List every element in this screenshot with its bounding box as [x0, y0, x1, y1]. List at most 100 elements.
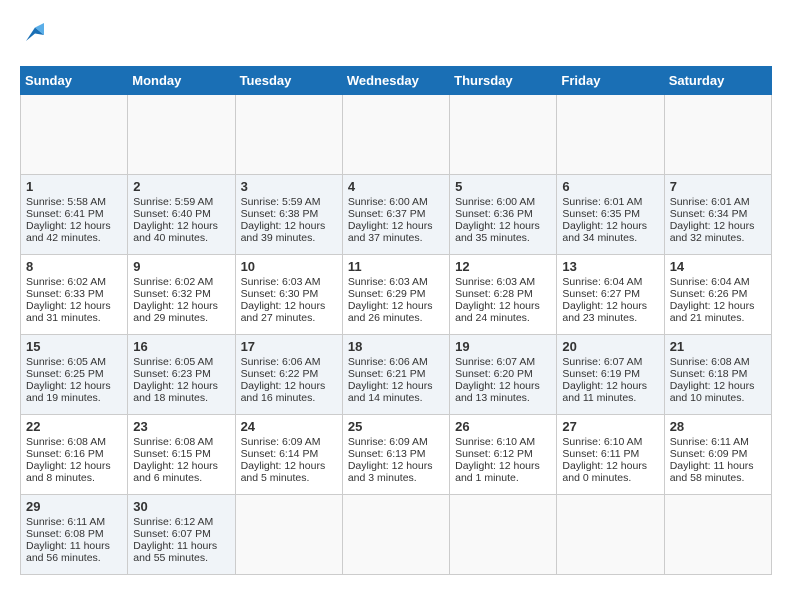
calendar-cell	[664, 495, 771, 575]
day-info-line: and 18 minutes.	[133, 392, 229, 404]
day-info-line: Daylight: 12 hours	[241, 220, 337, 232]
day-info-line: Sunset: 6:22 PM	[241, 368, 337, 380]
day-number: 5	[455, 179, 551, 194]
calendar-cell: 7Sunrise: 6:01 AMSunset: 6:34 PMDaylight…	[664, 175, 771, 255]
calendar-week-row: 29Sunrise: 6:11 AMSunset: 6:08 PMDayligh…	[21, 495, 772, 575]
day-number: 29	[26, 499, 122, 514]
day-number: 9	[133, 259, 229, 274]
day-info-line: Sunset: 6:13 PM	[348, 448, 444, 460]
day-number: 17	[241, 339, 337, 354]
day-info-line: Daylight: 12 hours	[241, 300, 337, 312]
col-header-saturday: Saturday	[664, 67, 771, 95]
day-number: 6	[562, 179, 658, 194]
day-info-line: Sunset: 6:21 PM	[348, 368, 444, 380]
day-info-line: Sunrise: 6:02 AM	[133, 276, 229, 288]
day-info-line: Sunset: 6:37 PM	[348, 208, 444, 220]
calendar-cell: 18Sunrise: 6:06 AMSunset: 6:21 PMDayligh…	[342, 335, 449, 415]
calendar-cell: 23Sunrise: 6:08 AMSunset: 6:15 PMDayligh…	[128, 415, 235, 495]
day-number: 28	[670, 419, 766, 434]
day-number: 22	[26, 419, 122, 434]
day-info-line: and 21 minutes.	[670, 312, 766, 324]
day-info-line: and 5 minutes.	[241, 472, 337, 484]
day-info-line: and 13 minutes.	[455, 392, 551, 404]
day-number: 3	[241, 179, 337, 194]
day-number: 1	[26, 179, 122, 194]
day-info-line: and 37 minutes.	[348, 232, 444, 244]
day-info-line: and 42 minutes.	[26, 232, 122, 244]
day-info-line: Sunset: 6:25 PM	[26, 368, 122, 380]
calendar-cell: 5Sunrise: 6:00 AMSunset: 6:36 PMDaylight…	[450, 175, 557, 255]
day-info-line: Sunset: 6:30 PM	[241, 288, 337, 300]
day-info-line: Sunset: 6:08 PM	[26, 528, 122, 540]
day-info-line: Sunset: 6:23 PM	[133, 368, 229, 380]
day-info-line: Sunrise: 6:08 AM	[26, 436, 122, 448]
calendar-week-row	[21, 95, 772, 175]
day-number: 20	[562, 339, 658, 354]
calendar-cell: 8Sunrise: 6:02 AMSunset: 6:33 PMDaylight…	[21, 255, 128, 335]
day-info-line: Daylight: 12 hours	[241, 380, 337, 392]
day-info-line: and 34 minutes.	[562, 232, 658, 244]
calendar-cell: 13Sunrise: 6:04 AMSunset: 6:27 PMDayligh…	[557, 255, 664, 335]
day-number: 8	[26, 259, 122, 274]
day-info-line: and 23 minutes.	[562, 312, 658, 324]
day-number: 2	[133, 179, 229, 194]
day-number: 21	[670, 339, 766, 354]
day-info-line: Sunrise: 6:04 AM	[562, 276, 658, 288]
calendar-cell: 30Sunrise: 6:12 AMSunset: 6:07 PMDayligh…	[128, 495, 235, 575]
calendar-cell: 27Sunrise: 6:10 AMSunset: 6:11 PMDayligh…	[557, 415, 664, 495]
day-info-line: Daylight: 11 hours	[26, 540, 122, 552]
day-info-line: Sunset: 6:29 PM	[348, 288, 444, 300]
day-info-line: Sunrise: 5:59 AM	[133, 196, 229, 208]
day-number: 18	[348, 339, 444, 354]
calendar-cell: 21Sunrise: 6:08 AMSunset: 6:18 PMDayligh…	[664, 335, 771, 415]
day-number: 27	[562, 419, 658, 434]
day-info-line: Sunrise: 6:03 AM	[241, 276, 337, 288]
day-info-line: Daylight: 12 hours	[133, 380, 229, 392]
day-info-line: Daylight: 12 hours	[562, 460, 658, 472]
calendar-cell	[342, 95, 449, 175]
day-info-line: and 31 minutes.	[26, 312, 122, 324]
calendar-cell: 29Sunrise: 6:11 AMSunset: 6:08 PMDayligh…	[21, 495, 128, 575]
day-number: 4	[348, 179, 444, 194]
day-info-line: Daylight: 12 hours	[348, 460, 444, 472]
calendar-cell: 16Sunrise: 6:05 AMSunset: 6:23 PMDayligh…	[128, 335, 235, 415]
calendar-week-row: 8Sunrise: 6:02 AMSunset: 6:33 PMDaylight…	[21, 255, 772, 335]
day-info-line: Daylight: 12 hours	[670, 220, 766, 232]
calendar-cell: 20Sunrise: 6:07 AMSunset: 6:19 PMDayligh…	[557, 335, 664, 415]
day-info-line: Sunset: 6:14 PM	[241, 448, 337, 460]
calendar-week-row: 22Sunrise: 6:08 AMSunset: 6:16 PMDayligh…	[21, 415, 772, 495]
calendar-cell	[235, 95, 342, 175]
col-header-tuesday: Tuesday	[235, 67, 342, 95]
day-info-line: Sunrise: 5:58 AM	[26, 196, 122, 208]
day-info-line: Daylight: 11 hours	[670, 460, 766, 472]
day-info-line: and 35 minutes.	[455, 232, 551, 244]
day-info-line: Sunrise: 6:03 AM	[455, 276, 551, 288]
day-info-line: Daylight: 12 hours	[133, 300, 229, 312]
day-info-line: and 10 minutes.	[670, 392, 766, 404]
col-header-sunday: Sunday	[21, 67, 128, 95]
calendar-cell: 15Sunrise: 6:05 AMSunset: 6:25 PMDayligh…	[21, 335, 128, 415]
day-info-line: Sunset: 6:36 PM	[455, 208, 551, 220]
day-info-line: Sunset: 6:16 PM	[26, 448, 122, 460]
day-info-line: Daylight: 12 hours	[455, 380, 551, 392]
calendar-cell: 6Sunrise: 6:01 AMSunset: 6:35 PMDaylight…	[557, 175, 664, 255]
day-info-line: Sunrise: 6:12 AM	[133, 516, 229, 528]
day-info-line: Sunrise: 6:00 AM	[455, 196, 551, 208]
calendar-cell: 12Sunrise: 6:03 AMSunset: 6:28 PMDayligh…	[450, 255, 557, 335]
day-number: 30	[133, 499, 229, 514]
calendar-table: SundayMondayTuesdayWednesdayThursdayFrid…	[20, 66, 772, 575]
day-info-line: Daylight: 12 hours	[670, 300, 766, 312]
day-info-line: Sunset: 6:19 PM	[562, 368, 658, 380]
day-info-line: Daylight: 11 hours	[133, 540, 229, 552]
day-number: 25	[348, 419, 444, 434]
calendar-cell: 14Sunrise: 6:04 AMSunset: 6:26 PMDayligh…	[664, 255, 771, 335]
day-info-line: Daylight: 12 hours	[133, 460, 229, 472]
day-info-line: Sunrise: 6:00 AM	[348, 196, 444, 208]
day-info-line: and 16 minutes.	[241, 392, 337, 404]
calendar-cell	[450, 95, 557, 175]
day-info-line: Daylight: 12 hours	[26, 460, 122, 472]
col-header-friday: Friday	[557, 67, 664, 95]
day-info-line: and 6 minutes.	[133, 472, 229, 484]
day-info-line: and 3 minutes.	[348, 472, 444, 484]
day-info-line: Sunset: 6:15 PM	[133, 448, 229, 460]
